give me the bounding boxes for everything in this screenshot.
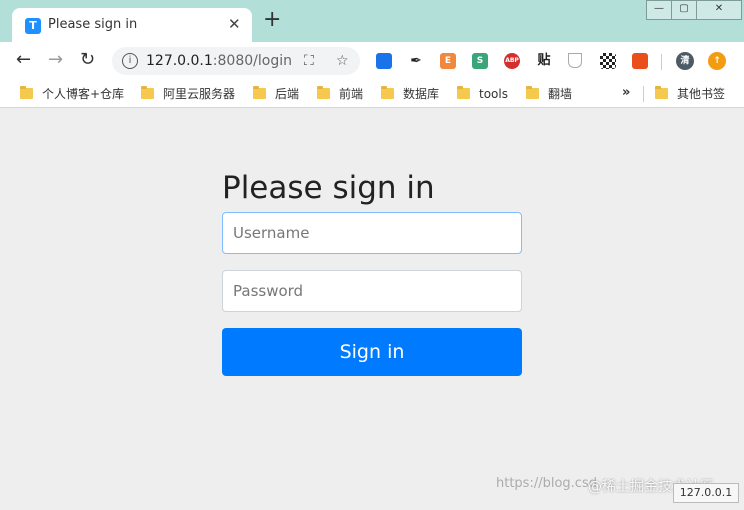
- bookmark-folder[interactable]: 翻墙: [526, 85, 572, 103]
- signin-button[interactable]: Sign in: [222, 328, 522, 376]
- bookmark-label: 个人博客+仓库: [42, 87, 125, 101]
- close-window-button[interactable]: ✕: [696, 0, 742, 20]
- update-ext-icon[interactable]: ↑: [708, 52, 726, 70]
- back-button[interactable]: ←: [16, 49, 31, 71]
- folder-icon: [526, 86, 539, 99]
- bookmark-folder[interactable]: tools: [457, 85, 508, 103]
- more-bookmarks-button[interactable]: »: [622, 85, 630, 100]
- e-ext-icon[interactable]: E: [440, 53, 456, 69]
- password-input[interactable]: [222, 270, 522, 312]
- translate-icon[interactable]: ⛶: [304, 53, 314, 69]
- abp-ext-icon[interactable]: ABP: [504, 53, 520, 69]
- page-title: Please sign in: [222, 170, 435, 206]
- reload-button[interactable]: ↻: [80, 49, 95, 71]
- browser-tab[interactable]: T Please sign in ✕: [12, 8, 252, 42]
- bookmark-label: tools: [479, 87, 508, 101]
- watermark-url: https://blog.csd: [496, 476, 597, 491]
- forward-button[interactable]: →: [48, 49, 63, 71]
- translate-ext-icon[interactable]: [376, 53, 392, 69]
- signin-form: Please sign in Sign in: [222, 170, 522, 376]
- url-path: :8080/login: [212, 53, 292, 69]
- profile-avatar[interactable]: 清: [676, 52, 694, 70]
- username-input[interactable]: [222, 212, 522, 254]
- pdf-ext-icon[interactable]: [632, 53, 648, 69]
- toolbar-separator: [661, 54, 662, 70]
- bookmark-folder[interactable]: 后端: [253, 85, 299, 103]
- bookmark-label: 数据库: [403, 87, 440, 101]
- tie-ext-icon[interactable]: 贴: [536, 53, 552, 69]
- tab-favicon-icon: T: [25, 18, 41, 34]
- folder-icon: [253, 86, 266, 99]
- folder-icon: [655, 86, 668, 99]
- bookmark-folder[interactable]: 个人博客+仓库: [20, 85, 124, 103]
- tab-close-icon[interactable]: ✕: [228, 15, 241, 33]
- bookmark-label: 后端: [275, 87, 300, 101]
- qr-ext-icon[interactable]: [600, 53, 616, 69]
- bookmark-star-icon[interactable]: ☆: [336, 53, 349, 69]
- folder-icon: [457, 86, 470, 99]
- folder-icon: [141, 86, 154, 99]
- minimize-button[interactable]: —: [646, 0, 672, 20]
- folder-icon: [317, 86, 330, 99]
- new-tab-button[interactable]: +: [263, 9, 281, 31]
- page-content: Please sign in Sign in: [4, 108, 740, 508]
- shield-ext-icon[interactable]: [568, 53, 582, 68]
- bookmark-folder[interactable]: 数据库: [381, 85, 439, 103]
- bookmark-folder[interactable]: 阿里云服务器: [141, 85, 235, 103]
- bookmark-folder[interactable]: 前端: [317, 85, 363, 103]
- bookmark-label: 翻墙: [548, 87, 573, 101]
- bookmarks-bar: 个人博客+仓库 阿里云服务器 后端 前端 数据库 tools 翻墙 » 其他书签: [0, 80, 744, 108]
- bookmarks-separator: [643, 86, 644, 102]
- bookmark-label: 其他书签: [677, 87, 726, 101]
- bookmark-label: 前端: [339, 87, 364, 101]
- site-info-icon[interactable]: i: [122, 53, 138, 69]
- folder-icon: [20, 86, 33, 99]
- url-host: 127.0.0.1: [146, 53, 213, 69]
- other-bookmarks-folder[interactable]: 其他书签: [655, 85, 725, 103]
- feather-ext-icon[interactable]: ✒: [408, 53, 424, 69]
- folder-icon: [381, 86, 394, 99]
- address-bar[interactable]: i 127.0.0.1:8080/login ⛶ ☆: [112, 47, 360, 75]
- maximize-button[interactable]: ▢: [671, 0, 697, 20]
- s-ext-icon[interactable]: S: [472, 53, 488, 69]
- bookmark-label: 阿里云服务器: [163, 87, 236, 101]
- browser-toolbar: ← → ↻ i 127.0.0.1:8080/login ⛶ ☆ ✒ E S ABP 贴…: [0, 42, 744, 80]
- title-bar: T Please sign in ✕ + — ▢ ✕: [0, 0, 744, 42]
- url-text[interactable]: 127.0.0.1:8080/login: [146, 53, 292, 69]
- tab-title: Please sign in: [48, 17, 138, 32]
- status-bar: 127.0.0.1: [673, 483, 739, 503]
